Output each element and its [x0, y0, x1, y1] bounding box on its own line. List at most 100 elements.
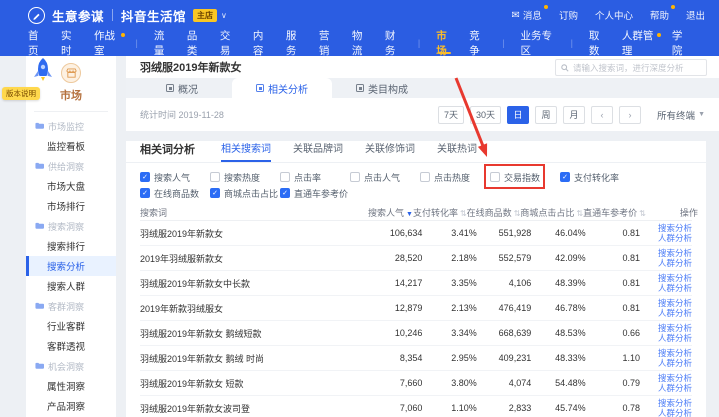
sidebar-item-customer-perspective[interactable]: 客群透视 — [26, 336, 116, 356]
sidebar-item-market-overview[interactable]: 市场大盘 — [26, 176, 116, 196]
tab-related-modifier-words[interactable]: 关联修饰词 — [365, 141, 415, 162]
search-analysis-link[interactable]: 搜索分析 — [658, 298, 692, 309]
tab-overview[interactable]: 概况 — [132, 78, 232, 98]
sort-icon[interactable]: ⇅ — [576, 209, 583, 218]
checkbox-unchecked-icon[interactable] — [280, 172, 290, 182]
checkbox-unchecked-icon[interactable] — [490, 172, 500, 182]
sort-icon[interactable]: ⇅ — [639, 209, 646, 218]
range-month-button[interactable]: 月 — [563, 106, 585, 124]
column-ztc-reference-price[interactable]: 直通车参考价⇅ — [583, 206, 646, 219]
sidebar-item-industry-customer[interactable]: 行业客群 — [26, 316, 116, 336]
checkbox-checked-icon[interactable]: ✓ — [280, 188, 290, 198]
nav-market[interactable]: 市场 — [436, 30, 453, 56]
nav-competition[interactable]: 竞争 — [469, 30, 486, 56]
checkbox-checked-icon[interactable]: ✓ — [560, 172, 570, 182]
column-online-products[interactable]: 在线商品数⇅ — [467, 206, 521, 219]
store-chevron-down-icon[interactable]: ∨ — [221, 11, 227, 20]
messages-link[interactable]: ✉消息 — [512, 8, 542, 22]
nav-crowd-management[interactable]: 人群管理 — [622, 30, 656, 56]
filter-click-rate[interactable]: 点击率 — [280, 171, 350, 184]
sort-desc-icon[interactable]: ▼ — [406, 211, 413, 218]
crowd-analysis-link[interactable]: 人群分析 — [658, 233, 692, 244]
crowd-analysis-link[interactable]: 人群分析 — [658, 333, 692, 344]
nav-academy[interactable]: 学院 — [672, 30, 689, 56]
checkbox-checked-icon[interactable]: ✓ — [140, 172, 150, 182]
search-analysis-link[interactable]: 搜索分析 — [658, 223, 692, 234]
filter-search-heat[interactable]: 搜索热度 — [210, 171, 280, 184]
nav-marketing[interactable]: 营销 — [319, 30, 336, 56]
nav-traffic[interactable]: 流量 — [154, 30, 171, 56]
terminal-filter-dropdown[interactable]: 所有终端▼ — [657, 108, 705, 122]
nav-service[interactable]: 服务 — [286, 30, 303, 56]
column-mall-click-share[interactable]: 商城点击占比⇅ — [520, 206, 583, 219]
nav-data-extract[interactable]: 取数 — [589, 30, 606, 56]
nav-realtime[interactable]: 实时 — [61, 30, 78, 56]
checkbox-unchecked-icon[interactable] — [210, 172, 220, 182]
sidebar: 市场 市场监控 监控看板 供给洞察 市场大盘 市场排行 搜索洞察 搜索排行 搜索… — [26, 56, 116, 417]
mall-click-cell: 45.74% — [531, 403, 585, 413]
crowd-analysis-link[interactable]: 人群分析 — [658, 408, 692, 417]
help-link[interactable]: 帮助 — [650, 8, 669, 22]
sort-icon[interactable]: ⇅ — [514, 209, 521, 218]
sort-icon[interactable]: ⇅ — [460, 209, 467, 218]
prev-period-button[interactable]: ‹ — [591, 106, 613, 124]
nav-category[interactable]: 品类 — [187, 30, 204, 56]
range-day-button[interactable]: 日 — [507, 106, 529, 124]
search-analysis-link[interactable]: 搜索分析 — [658, 398, 692, 409]
filter-click-heat[interactable]: 点击热度 — [420, 171, 490, 184]
checkbox-checked-icon[interactable]: ✓ — [210, 188, 220, 198]
filter-mall-click-share[interactable]: ✓商城点击占比 — [210, 187, 280, 200]
nav-home[interactable]: 首页 — [28, 30, 45, 56]
search-analysis-link[interactable]: 搜索分析 — [658, 273, 692, 284]
checkbox-unchecked-icon[interactable] — [420, 172, 430, 182]
personal-center-link[interactable]: 个人中心 — [595, 8, 633, 22]
tab-related-analysis[interactable]: 相关分析 — [232, 78, 332, 98]
filter-transaction-index[interactable]: 交易指数 — [490, 171, 560, 184]
range-7d-button[interactable]: 7天 — [438, 106, 464, 124]
nav-finance[interactable]: 财务 — [385, 30, 402, 56]
search-analysis-link[interactable]: 搜索分析 — [658, 348, 692, 359]
search-analysis-link[interactable]: 搜索分析 — [658, 248, 692, 259]
filter-search-popularity[interactable]: ✓搜索人气 — [140, 171, 210, 184]
filter-online-products[interactable]: ✓在线商品数 — [140, 187, 210, 200]
nav-content[interactable]: 内容 — [253, 30, 270, 56]
search-analysis-link[interactable]: 搜索分析 — [658, 373, 692, 384]
sidebar-item-search-ranking[interactable]: 搜索排行 — [26, 236, 116, 256]
sidebar-item-monitor-board[interactable]: 监控看板 — [26, 136, 116, 156]
range-30d-button[interactable]: 30天 — [470, 106, 501, 124]
sidebar-item-attribute-insight[interactable]: 属性洞察 — [26, 376, 116, 396]
search-input[interactable] — [573, 63, 701, 73]
tab-related-hot-words[interactable]: 关联热词 — [437, 141, 477, 162]
tab-related-search-words[interactable]: 相关搜索词 — [221, 141, 271, 162]
crowd-analysis-link[interactable]: 人群分析 — [658, 283, 692, 294]
range-week-button[interactable]: 周 — [535, 106, 557, 124]
sidebar-group-market-monitor: 市场监控 — [26, 116, 116, 136]
version-note-widget[interactable]: 版本说明 — [2, 57, 62, 101]
filter-payment-conversion[interactable]: ✓支付转化率 — [560, 171, 630, 184]
crowd-analysis-link[interactable]: 人群分析 — [658, 258, 692, 269]
filter-ztc-reference-price[interactable]: ✓直通车参考价 — [280, 187, 350, 200]
checkbox-unchecked-icon[interactable] — [350, 172, 360, 182]
column-payment-conversion[interactable]: 支付转化率⇅ — [413, 206, 467, 219]
keyword-search-box[interactable] — [555, 59, 707, 76]
nav-business-zone[interactable]: 业务专区 — [521, 30, 555, 56]
subscribe-link[interactable]: 订购 — [559, 8, 578, 22]
sidebar-item-search-crowd[interactable]: 搜索人群 — [26, 276, 116, 296]
crowd-analysis-link[interactable]: 人群分析 — [658, 358, 692, 369]
sidebar-item-product-insight[interactable]: 产品洞察 — [26, 396, 116, 416]
crowd-analysis-link[interactable]: 人群分析 — [658, 383, 692, 394]
nav-logistics[interactable]: 物流 — [352, 30, 369, 56]
crowd-analysis-link[interactable]: 人群分析 — [658, 308, 692, 319]
sidebar-item-search-analysis[interactable]: 搜索分析 — [26, 256, 116, 276]
tab-related-brand-words[interactable]: 关联品牌词 — [293, 141, 343, 162]
next-period-button[interactable]: › — [619, 106, 641, 124]
column-search-popularity[interactable]: 搜索人气▼ — [368, 206, 413, 219]
filter-click-popularity[interactable]: 点击人气 — [350, 171, 420, 184]
logout-link[interactable]: 退出 — [686, 8, 705, 22]
sidebar-item-market-ranking[interactable]: 市场排行 — [26, 196, 116, 216]
search-analysis-link[interactable]: 搜索分析 — [658, 323, 692, 334]
nav-trade[interactable]: 交易 — [220, 30, 237, 56]
nav-warroom[interactable]: 作战室 — [94, 30, 120, 56]
checkbox-checked-icon[interactable]: ✓ — [140, 188, 150, 198]
tab-category-composition[interactable]: 类目构成 — [332, 78, 432, 98]
